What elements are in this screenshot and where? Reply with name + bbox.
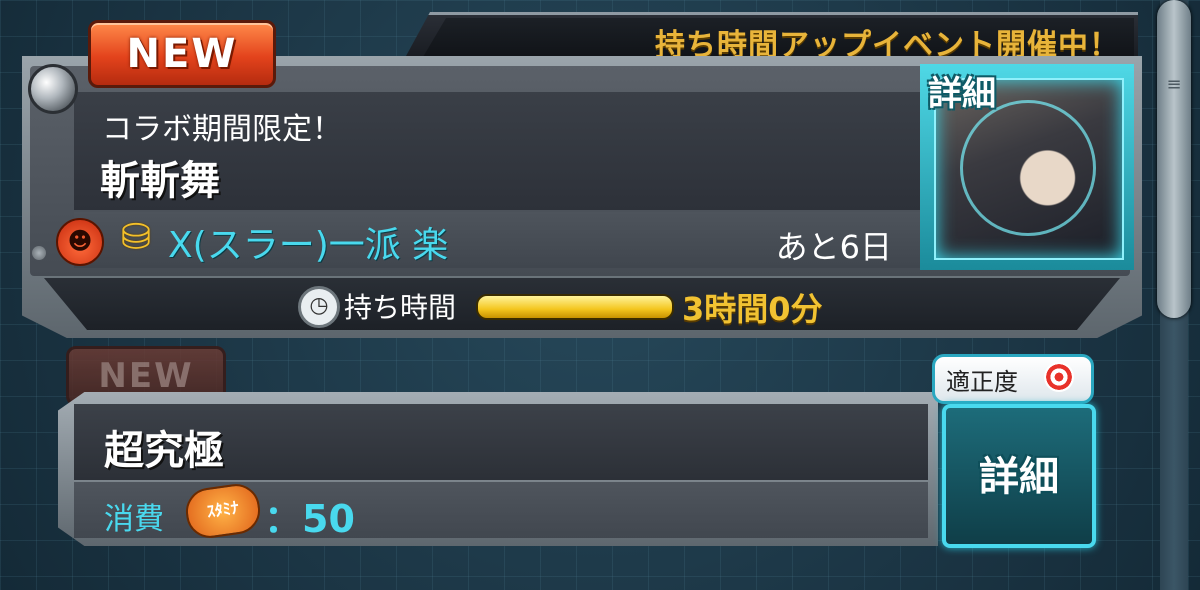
screw-icon <box>32 246 46 260</box>
aptitude-label: 適正度 <box>946 368 1018 396</box>
quest-title: 斬斬舞 <box>100 158 220 204</box>
treasure-chest-icon: ⛁ <box>120 217 152 258</box>
detail-label-2: 詳細 <box>979 454 1059 500</box>
cost-label: 消費 <box>104 502 164 537</box>
clock-icon: ◷ <box>298 286 340 328</box>
devil-icon: ☻ <box>56 218 104 266</box>
quest-subtitle: コラボ期間限定！ <box>102 112 342 147</box>
new-badge: NEW <box>88 20 276 88</box>
remaining-days: あと6日 <box>775 228 892 266</box>
quest-title-2: 超究極 <box>104 428 224 474</box>
grip-icon: ≡ <box>1166 74 1182 95</box>
cost-value: ：50 <box>264 497 355 541</box>
time-value: 3時間0分 <box>682 290 823 328</box>
scrollbar-thumb[interactable] <box>1157 0 1191 318</box>
time-progress-bar <box>476 294 674 320</box>
target-icon <box>1044 362 1074 392</box>
quest-group-name: X(スラー)一派 楽 <box>168 225 449 266</box>
target-ring-icon <box>960 100 1096 236</box>
detail-label: 詳細 <box>928 74 996 114</box>
time-label: 持ち時間 <box>344 291 457 324</box>
pin-icon <box>28 64 78 114</box>
